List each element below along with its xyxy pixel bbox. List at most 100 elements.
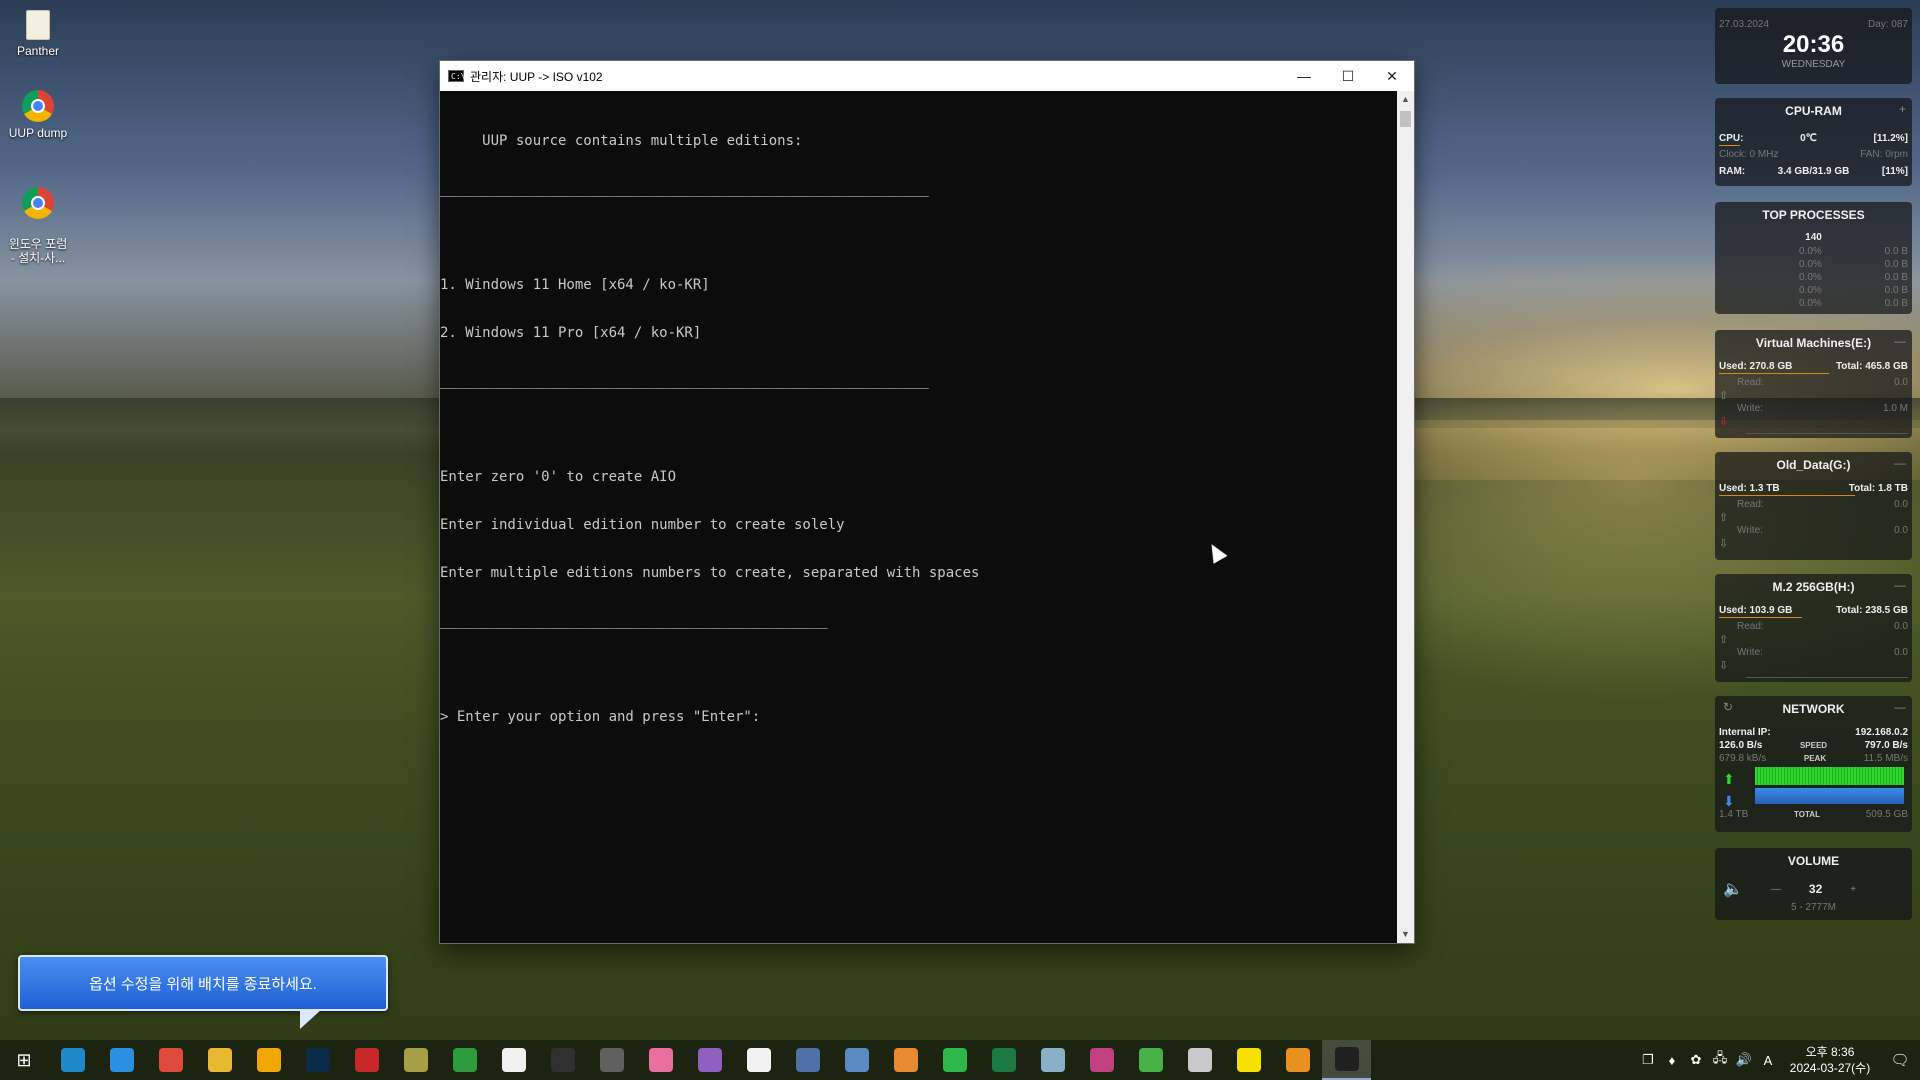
taskbar-clock[interactable]: 오후 8:36 2024-03-27(수): [1780, 1044, 1880, 1076]
arrow-up-icon: ⇧: [1719, 390, 1729, 402]
desktop-icon-panther[interactable]: Panther: [0, 10, 76, 58]
ram-percent: [11%]: [1881, 166, 1908, 177]
disk-write-label: Write:: [1737, 647, 1763, 658]
taskbar-app-photoshop[interactable]: [293, 1040, 342, 1080]
speaker-icon[interactable]: 🔈: [1723, 879, 1743, 899]
minus-icon[interactable]: —: [1894, 334, 1906, 348]
app12-icon: [599, 1048, 624, 1072]
console-scrollbar[interactable]: ▲ ▼: [1397, 91, 1414, 943]
volume-up-button[interactable]: +: [1850, 884, 1856, 895]
widget-cpu-ram: CPU-RAM + CPU: 0℃ [11.2%] Clock: 0 MHz FAN: …: [1715, 98, 1912, 186]
ram-usage: 3.4 GB/31.9 GB: [1777, 166, 1850, 177]
upload-arrow-icon: ⬆: [1723, 771, 1735, 787]
disk-read-label: Read:: [1737, 621, 1764, 632]
terminal-icon: [1334, 1047, 1359, 1071]
console-line: 2. Windows 11 Pro [x64 / ko-KR]: [440, 325, 702, 341]
app22-icon: [1089, 1048, 1114, 1072]
taskbar-app-terminal[interactable]: [1322, 1040, 1371, 1080]
task-view-icon[interactable]: ❐: [1636, 1052, 1660, 1068]
cpu-usage-bar: [1719, 145, 1740, 146]
taskbar-app-app9[interactable]: [440, 1040, 489, 1080]
taskbar-app-app11[interactable]: [538, 1040, 587, 1080]
taskbar-app-app7[interactable]: [342, 1040, 391, 1080]
taskbar-app-app12[interactable]: [587, 1040, 636, 1080]
console-line: Enter zero '0' to create AIO: [440, 469, 677, 485]
volume-down-button[interactable]: —: [1771, 884, 1781, 895]
taskbar-app-explorer[interactable]: [195, 1040, 244, 1080]
taskbar-app-edge[interactable]: [48, 1040, 97, 1080]
scroll-thumb[interactable]: [1400, 111, 1411, 127]
console-titlebar[interactable]: C:\ 관리자: UUP -> ISO v102 — ☐ ✕: [440, 61, 1414, 91]
taskbar-app-app10[interactable]: [489, 1040, 538, 1080]
taskbar-app-app17[interactable]: [832, 1040, 881, 1080]
taskbar-app-ie[interactable]: [97, 1040, 146, 1080]
taskbar-app-app21[interactable]: [1028, 1040, 1077, 1080]
taskbar-app-app18[interactable]: [881, 1040, 930, 1080]
console-output[interactable]: UUP source contains multiple editions: _…: [440, 91, 1397, 943]
close-button[interactable]: ✕: [1370, 61, 1414, 91]
download-arrow-icon: ⬇: [1723, 793, 1735, 809]
notification-balloon[interactable]: 옵션 수정을 위해 배치를 종료하세요.: [18, 955, 388, 1011]
tray-date: 2024-03-27(수): [1789, 1061, 1871, 1075]
app17-icon: [844, 1048, 869, 1072]
ime-indicator[interactable]: A: [1756, 1053, 1780, 1068]
utorrent-icon: [1138, 1048, 1163, 1072]
console-window[interactable]: C:\ 관리자: UUP -> ISO v102 — ☐ ✕ UUP sourc…: [440, 61, 1414, 943]
process-mem: 0.0 B: [1884, 246, 1908, 257]
taskbar-app-kakaotalk[interactable]: [1224, 1040, 1273, 1080]
taskbar-app-app26[interactable]: [1273, 1040, 1322, 1080]
windows-logo-icon: ⊞: [16, 1049, 32, 1070]
scroll-up-icon[interactable]: ▲: [1397, 91, 1414, 108]
taskbar-app-app14[interactable]: [685, 1040, 734, 1080]
widget-datetime: 27.03.2024 Day: 087 20:36 WEDNESDAY: [1715, 8, 1912, 84]
desktop-icon-uup-dump[interactable]: UUP dump: [0, 90, 76, 140]
taskbar-app-chrome[interactable]: [146, 1040, 195, 1080]
speed-label: SPEED: [1799, 741, 1828, 750]
edge-icon: [60, 1048, 85, 1072]
console-line: ________________________________________…: [440, 181, 929, 197]
refresh-icon[interactable]: ↻: [1723, 700, 1733, 714]
disk-write-value: 1.0 M: [1882, 403, 1908, 414]
console-prompt[interactable]: > Enter your option and press "Enter":: [440, 709, 1397, 725]
tray-drop-icon[interactable]: ♦: [1660, 1053, 1684, 1068]
minus-icon[interactable]: —: [1894, 456, 1906, 470]
console-line: ________________________________________…: [440, 373, 929, 389]
notification-center-icon[interactable]: 🗨: [1880, 1051, 1920, 1069]
taskbar-app-app19[interactable]: [930, 1040, 979, 1080]
taskbar-app-app22[interactable]: [1077, 1040, 1126, 1080]
minus-icon[interactable]: —: [1894, 578, 1906, 592]
app7-icon: [354, 1048, 379, 1072]
taskbar-app-app16[interactable]: [783, 1040, 832, 1080]
taskbar-app-app13[interactable]: [636, 1040, 685, 1080]
app18-icon: [893, 1048, 918, 1072]
chrome-icon: [22, 90, 54, 122]
volume-icon[interactable]: 🔊: [1732, 1052, 1756, 1068]
minimize-button[interactable]: —: [1282, 61, 1326, 91]
console-line: 1. Windows 11 Home [x64 / ko-KR]: [440, 277, 710, 293]
desktop-icon-label: Panther: [16, 44, 60, 58]
taskbar-app-app8[interactable]: [391, 1040, 440, 1080]
network-icon[interactable]: 🖧: [1708, 1049, 1732, 1071]
taskbar-app-excel[interactable]: [979, 1040, 1028, 1080]
cpu-label: CPU:: [1719, 133, 1744, 144]
taskbar-app-app15[interactable]: [734, 1040, 783, 1080]
arrow-down-icon: ⇩: [1719, 660, 1729, 672]
taskbar-app-app24[interactable]: [1175, 1040, 1224, 1080]
disk-total: Total: 465.8 GB: [1835, 361, 1908, 372]
widget-disk-h: M.2 256GB(H:) — Used: 103.9 GB Total: 238.…: [1715, 574, 1912, 682]
plus-icon[interactable]: +: [1899, 102, 1906, 116]
disk-total: Total: 1.8 TB: [1848, 483, 1908, 494]
minus-icon[interactable]: —: [1894, 700, 1906, 714]
tray-app-icon[interactable]: ✿: [1684, 1052, 1708, 1068]
desktop-icon-windows-forum[interactable]: 윈도우 포럼 - 설치-사...: [0, 173, 76, 279]
disk-usage-bar: [1719, 495, 1856, 496]
widget-volume: VOLUME 🔈 — 32 + 5 - 2777M: [1715, 848, 1912, 920]
maximize-button[interactable]: ☐: [1326, 61, 1370, 91]
start-button[interactable]: ⊞: [0, 1040, 48, 1080]
desktop-icon-label: UUP dump: [8, 126, 68, 140]
taskbar-app-utorrent[interactable]: [1126, 1040, 1175, 1080]
widget-disk-g: Old_Data(G:) — Used: 1.3 TB Total: 1.8 TB …: [1715, 452, 1912, 560]
taskbar-app-app5[interactable]: [244, 1040, 293, 1080]
scroll-down-icon[interactable]: ▼: [1397, 926, 1414, 943]
